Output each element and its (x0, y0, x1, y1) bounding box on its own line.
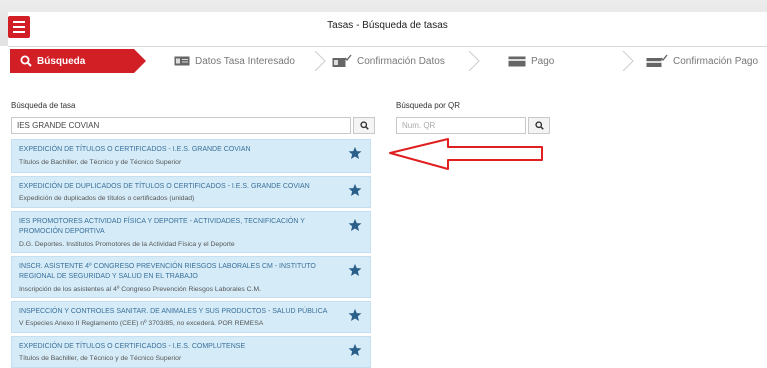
chevron-right-icon (622, 51, 634, 71)
star-icon[interactable] (348, 263, 362, 277)
step-label: Confirmación Pago (673, 55, 759, 67)
top-bar: Tasas - Búsqueda de tasas (0, 0, 767, 47)
header: Tasas - Búsqueda de tasas (8, 12, 767, 47)
wizard-steps: Búsqueda Datos Tasa Interesado Confirmac… (8, 49, 767, 73)
chevron-right-icon (314, 51, 326, 71)
result-description: Inscripción de los asistentes al 4º Cong… (19, 286, 262, 293)
step-confirmacion-pago[interactable]: Confirmación Pago (646, 49, 758, 73)
search-button[interactable] (353, 117, 375, 134)
star-icon[interactable] (348, 146, 362, 160)
list-item[interactable]: INSPECCIÓN Y CONTROLES SANITAR. DE ANIMA… (11, 301, 371, 333)
chevron-right-icon (468, 51, 480, 71)
search-icon (20, 55, 32, 67)
qr-search-button[interactable] (528, 117, 550, 134)
star-icon[interactable] (348, 218, 362, 232)
page-title: Tasas - Búsqueda de tasas (327, 20, 448, 31)
result-description: D.G. Deportes. Institutos Promotores de … (19, 241, 235, 248)
result-description: Expedición de duplicados de títulos o ce… (19, 195, 195, 202)
id-card-icon (174, 56, 190, 66)
star-icon[interactable] (348, 308, 362, 322)
star-icon[interactable] (348, 343, 362, 357)
search-icon (359, 117, 369, 135)
qr-label: Búsqueda por QR (396, 101, 461, 110)
list-item[interactable]: EXPEDICIÓN DE DUPLICADOS DE TÍTULOS O CE… (11, 176, 371, 208)
step-label: Datos Tasa Interesado (195, 55, 295, 67)
result-description: Títulos de Bachiller, de Técnico y de Té… (19, 159, 182, 166)
result-title: EXPEDICIÓN DE DUPLICADOS DE TÍTULOS O CE… (19, 183, 310, 190)
search-label: Búsqueda de tasa (11, 101, 76, 110)
step-busqueda[interactable]: Búsqueda (10, 49, 146, 73)
step-label: Confirmación Datos (357, 55, 445, 67)
result-title: EXPEDICIÓN DE TÍTULOS O CERTIFICADOS - I… (19, 146, 251, 153)
list-item[interactable]: EXPEDICIÓN DE TÍTULOS O CERTIFICADOS - I… (11, 336, 371, 368)
card-check-icon (646, 54, 668, 68)
list-item[interactable]: INSCR. ASISTENTE 4º CONGRESO PREVENCIÓN … (11, 256, 371, 298)
arrow-left-icon (389, 138, 543, 170)
list-item[interactable]: EXPEDICIÓN DE TÍTULOS O CERTIFICADOS - I… (11, 139, 371, 173)
result-description: V Especies Anexo II Reglamento (CEE) nº … (19, 320, 264, 327)
step-label: Búsqueda (37, 55, 86, 67)
step-pago[interactable]: Pago (508, 49, 554, 73)
result-title: INSPECCIÓN Y CONTROLES SANITAR. DE ANIMA… (19, 308, 328, 315)
star-icon[interactable] (348, 183, 362, 197)
step-datos-tasa[interactable]: Datos Tasa Interesado (174, 49, 295, 73)
credit-card-icon (508, 56, 526, 67)
search-icon (534, 117, 544, 135)
qr-input[interactable]: Num. QR (396, 117, 526, 134)
result-title: INSCR. ASISTENTE 4º CONGRESO PREVENCIÓN … (19, 263, 316, 280)
result-title: EXPEDICIÓN DE TÍTULOS O CERTIFICADOS - I… (19, 343, 246, 350)
list-item[interactable]: IES PROMOTORES ACTIVIDAD FÍSICA Y DEPORT… (11, 211, 371, 253)
card-check-icon (332, 54, 352, 68)
result-title: IES PROMOTORES ACTIVIDAD FÍSICA Y DEPORT… (19, 218, 305, 235)
step-confirmacion-datos[interactable]: Confirmación Datos (332, 49, 445, 73)
step-label: Pago (531, 55, 555, 67)
search-input[interactable]: IES GRANDE COVIAN (11, 117, 351, 134)
result-description: Títulos de Bachiller, de Técnico y de Té… (19, 355, 182, 362)
